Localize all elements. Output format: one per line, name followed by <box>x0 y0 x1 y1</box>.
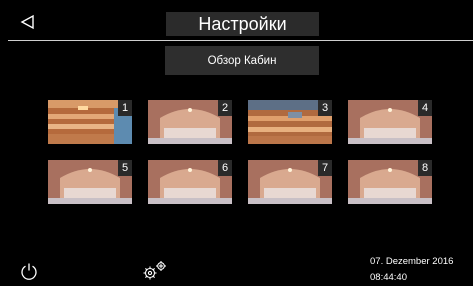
cabin-tile-8[interactable]: 8 <box>348 160 432 204</box>
cabin-tile-2[interactable]: 2 <box>148 100 232 144</box>
cabin-number: 8 <box>418 160 432 176</box>
page-title: Настройки <box>166 12 319 36</box>
cabin-number: 2 <box>218 100 232 116</box>
power-icon <box>21 263 37 280</box>
cabin-tile-1[interactable]: 1 <box>48 100 132 144</box>
cabin-number: 6 <box>218 160 232 176</box>
cabin-number: 7 <box>318 160 332 176</box>
cabin-overview-button[interactable]: Обзор Кабин <box>165 46 319 75</box>
cabin-number: 4 <box>418 100 432 116</box>
cabin-tile-7[interactable]: 7 <box>248 160 332 204</box>
cabin-number: 3 <box>318 100 332 116</box>
back-triangle-icon <box>20 14 34 30</box>
cabin-tile-4[interactable]: 4 <box>348 100 432 144</box>
current-date: 07. Dezember 2016 <box>370 256 454 267</box>
settings-button[interactable] <box>141 259 169 281</box>
cabin-tile-6[interactable]: 6 <box>148 160 232 204</box>
current-time: 08:44:40 <box>370 272 407 283</box>
cabin-number: 5 <box>118 160 132 176</box>
cabin-number: 1 <box>118 100 132 116</box>
gears-icon <box>143 261 166 280</box>
header-divider <box>8 40 473 41</box>
cabin-tile-5[interactable]: 5 <box>48 160 132 204</box>
back-button[interactable] <box>20 14 36 30</box>
power-button[interactable] <box>20 262 38 280</box>
cabin-tile-3[interactable]: 3 <box>248 100 332 144</box>
